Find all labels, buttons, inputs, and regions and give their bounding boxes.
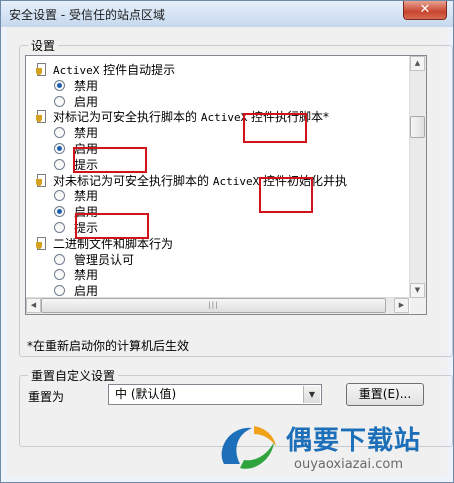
watermark-url: ouyaoxiazai.com <box>294 457 403 472</box>
radio-selected-icon[interactable] <box>54 206 65 218</box>
setting-option-label: 禁用 <box>74 78 99 93</box>
brand-logo-icon <box>221 426 276 469</box>
setting-option-radio[interactable]: 启用 <box>54 94 98 110</box>
vertical-scroll-thumb[interactable] <box>410 116 425 138</box>
radio-unselected-icon[interactable] <box>54 127 65 139</box>
highlight-box-activex-2 <box>259 177 313 213</box>
setting-option-radio[interactable]: 禁用 <box>54 125 98 141</box>
security-settings-dialog: 安全设置 - 受信任的站点区域 ✕ 设置 ActiveX 控件自动提示 禁用 启用对… <box>0 0 454 483</box>
horizontal-scrollbar[interactable]: ◀ ||| ▶ <box>26 297 409 314</box>
reset-button[interactable]: 重置(E)... <box>346 383 424 406</box>
window-title: 安全设置 - 受信任的站点区域 <box>9 8 165 22</box>
watermark: 偶要下载站 ouyaoxiazai.com <box>214 418 450 480</box>
security-setting-icon <box>36 173 47 187</box>
highlight-box-enable-1 <box>73 147 147 173</box>
scrollbar-corner <box>410 298 426 314</box>
radio-selected-icon[interactable] <box>54 79 65 91</box>
scroll-up-button[interactable]: ▲ <box>410 56 425 71</box>
setting-option-label: 禁用 <box>74 189 99 204</box>
setting-option-label: 启用 <box>74 94 99 109</box>
chevron-down-icon[interactable]: ▼ <box>303 386 320 403</box>
settings-group-label: 设置 <box>28 37 59 54</box>
dialog-body: 设置 ActiveX 控件自动提示 禁用 启用 对标记为可安全执行脚本的 Active… <box>7 27 453 476</box>
setting-section: ActiveX 控件自动提示 <box>36 62 175 78</box>
settings-list[interactable]: ActiveX 控件自动提示 禁用 启用 对标记为可安全执行脚本的 ActiveX 控… <box>25 55 427 315</box>
watermark-brand: 偶要下载站 <box>286 426 422 456</box>
setting-option-radio[interactable]: 禁用 <box>54 188 98 204</box>
close-icon: ✕ <box>419 2 431 17</box>
radio-unselected-icon[interactable] <box>54 95 65 107</box>
radio-unselected-icon[interactable] <box>54 269 65 281</box>
horizontal-scroll-thumb[interactable]: ||| <box>41 298 386 313</box>
scroll-down-button[interactable]: ▼ <box>410 283 425 298</box>
setting-option-radio[interactable]: 管理员认可 <box>54 252 134 268</box>
radio-unselected-icon[interactable] <box>54 158 65 170</box>
radio-unselected-icon[interactable] <box>54 253 65 265</box>
setting-option-label: 禁用 <box>74 126 99 141</box>
security-setting-icon <box>36 63 47 76</box>
vertical-scrollbar[interactable]: ▲ ▼ <box>409 56 426 298</box>
security-setting-icon <box>36 110 47 124</box>
title-bar: 安全设置 - 受信任的站点区域 ✕ <box>1 1 453 27</box>
reset-to-label: 重置为 <box>28 390 65 404</box>
scroll-right-button[interactable]: ▶ <box>394 298 409 313</box>
setting-section-label: ActiveX 控件自动提示 <box>53 63 176 77</box>
highlight-box-activex-1 <box>243 113 307 143</box>
radio-unselected-icon[interactable] <box>54 285 65 297</box>
security-level-select[interactable]: 中 (默认值) ▼ <box>108 384 322 405</box>
reset-group-label: 重置自定义设置 <box>28 367 119 384</box>
setting-option-radio[interactable]: 禁用 <box>54 78 98 94</box>
radio-selected-icon[interactable] <box>54 143 65 154</box>
restart-note: *在重新启动你的计算机后生效 <box>27 339 190 353</box>
scroll-left-button[interactable]: ◀ <box>26 298 41 313</box>
setting-option-label: 禁用 <box>74 268 99 283</box>
highlight-box-enable-2 <box>75 213 149 239</box>
setting-option-radio[interactable]: 禁用 <box>54 267 98 283</box>
security-level-value: 中 (默认值) <box>115 387 177 401</box>
radio-unselected-icon[interactable] <box>54 190 65 202</box>
close-button[interactable]: ✕ <box>403 1 447 20</box>
security-setting-icon <box>36 236 47 250</box>
radio-unselected-icon[interactable] <box>54 222 65 233</box>
setting-option-label: 管理员认可 <box>74 252 135 267</box>
